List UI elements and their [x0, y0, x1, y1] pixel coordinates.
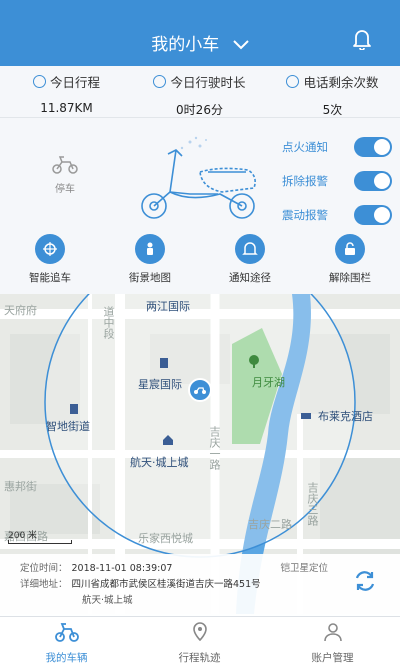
- phone-icon: [286, 75, 300, 88]
- poi-label: 航天·城上城: [130, 456, 189, 469]
- location-time-label: 定位时间：: [20, 563, 68, 574]
- vibration-alarm-switch[interactable]: [354, 205, 392, 225]
- alert-toggles: 点火通知 拆除报警 震动报警: [282, 130, 392, 232]
- stat-today-duration: 今日行驶时长 0时26分: [133, 72, 266, 118]
- toggle-label: 震动报警: [282, 208, 328, 222]
- poi-label: 道中段: [102, 306, 115, 339]
- action-label: 解除围栏: [329, 272, 371, 284]
- location-address-line2: 航天·城上城: [82, 595, 133, 606]
- toggle-label: 拆除报警: [282, 174, 328, 188]
- header-title: 我的小车: [151, 35, 220, 55]
- poi-label: 吉庆二路: [248, 518, 292, 531]
- stat-today-distance: 今日行程 11.87KM: [0, 72, 133, 115]
- home-icon: [163, 435, 173, 445]
- action-label: 智能追车: [29, 272, 71, 284]
- tab-label: 我的车辆: [45, 652, 88, 664]
- stat-value: 0时26分: [176, 103, 223, 117]
- action-street-view[interactable]: 街景地图: [110, 234, 190, 285]
- location-address-row: 详细地址： 四川省成都市武侯区桂溪街道吉庆一路451号: [20, 576, 261, 590]
- ignition-notice-switch[interactable]: [354, 137, 392, 157]
- bottom-tab-bar: 我的车辆 行程轨迹 账户管理: [0, 616, 400, 667]
- poi-label: 布莱克酒店: [318, 410, 373, 423]
- stat-label: 今日行程: [49, 75, 100, 90]
- stat-value: 5次: [322, 103, 343, 117]
- user-icon: [323, 623, 342, 642]
- map-scale-bar: [8, 540, 72, 544]
- parked-scooter-icon: [52, 156, 78, 174]
- location-time-value: 2018-11-01 08:39:07: [71, 563, 173, 574]
- locate-icon: [43, 242, 57, 256]
- vehicle-selector[interactable]: 我的小车: [0, 30, 400, 55]
- tab-label: 行程轨迹: [178, 652, 221, 664]
- poi-label: 乐家西悦城: [138, 532, 193, 545]
- tab-my-vehicle[interactable]: 我的车辆: [0, 621, 133, 665]
- clock-icon: [153, 75, 167, 88]
- action-label: 街景地图: [129, 272, 171, 284]
- today-stats: 今日行程 11.87KM 今日行驶时长 0时26分 电话剩余次数 5次: [0, 66, 400, 118]
- parking-status: 停车: [42, 154, 88, 195]
- location-address-label: 详细地址：: [20, 579, 68, 590]
- toggle-vibration-alarm: 震动报警: [282, 198, 392, 232]
- chevron-down-icon: [232, 40, 249, 50]
- action-smart-track[interactable]: 智能追车: [10, 234, 90, 285]
- toggle-removal-alarm: 拆除报警: [282, 164, 392, 198]
- app-header: 我的小车: [0, 0, 400, 66]
- building-icon: [70, 404, 78, 414]
- location-source: 铠卫星定位: [280, 563, 328, 574]
- map-pin-icon: [192, 622, 207, 642]
- poi-label: 吉庆三路: [306, 482, 319, 526]
- location-address-value: 四川省成都市武侯区桂溪街道吉庆一路451号: [71, 579, 261, 590]
- tab-trip-track[interactable]: 行程轨迹: [133, 621, 266, 665]
- scooter-icon: [54, 623, 79, 642]
- route-icon: [32, 75, 46, 88]
- tab-account[interactable]: 账户管理: [266, 621, 399, 665]
- park-tree-icon: [249, 355, 259, 368]
- location-info: 定位时间： 2018-11-01 08:39:07 铠卫星定位 详细地址： 四川省成…: [0, 554, 400, 616]
- poi-label: 月牙湖: [252, 376, 285, 389]
- action-release-fence[interactable]: 解除围栏: [310, 234, 390, 285]
- refresh-icon[interactable]: [352, 568, 378, 594]
- poi-label: 惠邦街: [4, 480, 37, 493]
- poi-label: 智地街道: [46, 420, 90, 433]
- poi-label: 吉庆一路: [208, 426, 221, 470]
- unlock-icon: [345, 242, 355, 255]
- scooter-marker-icon: [194, 387, 206, 394]
- poi-label: 天府府: [4, 304, 37, 317]
- building-icon: [160, 358, 168, 368]
- stat-label: 电话剩余次数: [303, 75, 379, 90]
- bell-icon: [242, 242, 258, 255]
- toggle-ignition-notice: 点火通知: [282, 130, 392, 164]
- location-time-row: 定位时间： 2018-11-01 08:39:07: [20, 560, 172, 574]
- action-label: 通知途径: [229, 272, 271, 284]
- stat-value: 11.87KM: [40, 101, 93, 115]
- scooter-illustration: [141, 136, 256, 219]
- vehicle-panel: 停车 点火通知 拆除报警 震动报警: [0, 118, 400, 228]
- stat-call-remaining: 电话剩余次数 5次: [266, 72, 399, 118]
- poi-label: 两江国际: [146, 300, 190, 313]
- street-view-icon: [147, 242, 153, 255]
- bell-icon[interactable]: [352, 28, 372, 50]
- tab-label: 账户管理: [311, 652, 354, 664]
- poi-label: 星宸国际: [138, 378, 182, 391]
- vehicle-location-marker[interactable]: [188, 378, 212, 402]
- stat-label: 今日行驶时长: [170, 75, 246, 90]
- parking-label: 停车: [55, 184, 75, 195]
- removal-alarm-switch[interactable]: [354, 171, 392, 191]
- action-notify-method[interactable]: 通知途径: [210, 234, 290, 285]
- toggle-label: 点火通知: [282, 140, 328, 154]
- hotel-icon: [301, 413, 311, 419]
- quick-actions: 智能追车 街景地图 通知途径 解除围栏: [0, 228, 400, 294]
